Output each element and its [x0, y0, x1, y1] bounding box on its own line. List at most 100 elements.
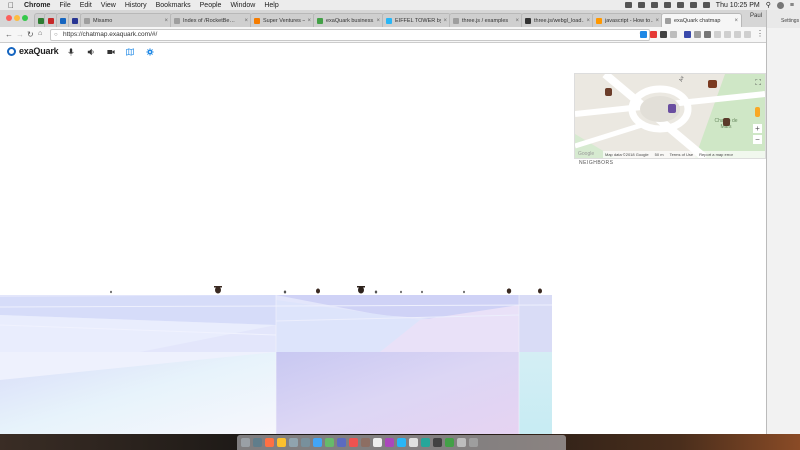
window-close-button[interactable] [6, 15, 12, 21]
menu-bookmarks[interactable]: Bookmarks [156, 2, 191, 9]
avatar-figure[interactable] [400, 290, 402, 294]
spotify-icon[interactable] [445, 438, 454, 447]
video-camera-icon[interactable] [106, 48, 116, 56]
dock-app-icon[interactable] [421, 438, 430, 447]
avatar-figure[interactable] [538, 288, 542, 294]
wifi-icon[interactable] [676, 2, 684, 8]
avatar-figure[interactable] [283, 290, 287, 294]
tab-close-icon[interactable]: × [307, 18, 311, 24]
map-icon[interactable] [125, 48, 135, 56]
speaker-icon[interactable] [86, 48, 96, 56]
dock-app-icon[interactable] [373, 438, 382, 447]
browser-tab[interactable]: Index of /RocketBe… × [170, 13, 252, 27]
tab-close-icon[interactable]: × [244, 18, 248, 24]
browser-tab[interactable]: Super Ventures – Ex…× [250, 13, 315, 27]
street-view-pegman-icon[interactable] [755, 107, 760, 117]
avatar-figure[interactable] [110, 290, 112, 294]
extension-icon[interactable] [660, 31, 667, 38]
battery-icon[interactable] [702, 2, 710, 8]
dock-app-icon[interactable] [337, 438, 346, 447]
map-avatar-marker[interactable] [723, 118, 730, 126]
menu-history[interactable]: History [125, 2, 147, 9]
browser-tab[interactable]: EIFFEL TOWER by…× [382, 13, 451, 27]
status-icon[interactable] [663, 2, 671, 8]
browser-tab[interactable]: three.js/webgl_load… × [521, 13, 594, 27]
app-logo[interactable]: exaQuark [7, 46, 59, 56]
map-terms-link[interactable]: Terms of Use [670, 151, 694, 158]
dock-app-icon[interactable] [349, 438, 358, 447]
tab-close-icon[interactable]: × [734, 18, 738, 24]
extension-icon[interactable] [694, 31, 701, 38]
menu-window[interactable]: Window [230, 2, 255, 9]
avatar-figure[interactable] [357, 286, 365, 294]
profile-name[interactable]: Paul [750, 13, 762, 19]
browser-tab[interactable]: exaQuark chatmap × [661, 13, 742, 27]
apple-menu-icon[interactable]:  [8, 1, 18, 10]
menu-edit[interactable]: Edit [80, 2, 92, 9]
dock-app-icon[interactable] [289, 438, 298, 447]
spotlight-search-icon[interactable]: ⚲ [766, 1, 771, 9]
avatar-figure[interactable] [463, 290, 465, 294]
extension-icon[interactable] [704, 31, 711, 38]
settings-label[interactable]: Settings [781, 18, 799, 24]
dock-app-icon[interactable] [457, 438, 466, 447]
back-arrow-icon[interactable]: ← [5, 30, 13, 39]
reload-icon[interactable]: ↻ [27, 30, 34, 39]
status-icon[interactable] [624, 2, 632, 8]
dock-app-icon[interactable] [361, 438, 370, 447]
map-avatar-marker[interactable] [605, 88, 612, 96]
tab-close-icon[interactable]: × [655, 18, 659, 24]
lock-icon[interactable]: ○ [54, 30, 58, 40]
microphone-icon[interactable] [66, 48, 76, 56]
extension-icon[interactable] [670, 31, 677, 38]
status-icon[interactable] [637, 2, 645, 8]
avatar-figure[interactable] [506, 288, 512, 294]
browser-tab[interactable]: exaQuark business… × [313, 13, 384, 27]
zoom-out-button[interactable]: − [753, 135, 762, 144]
extension-icon[interactable] [714, 31, 721, 38]
notification-center-icon[interactable]: ≡ [790, 2, 794, 9]
dock-app-icon[interactable] [397, 438, 406, 447]
address-url[interactable]: https://chatmap.exaquark.com/#/ [63, 31, 157, 38]
menu-view[interactable]: View [101, 2, 116, 9]
terminal-icon[interactable] [433, 438, 442, 447]
finder-icon[interactable] [241, 438, 250, 447]
3d-world-canvas[interactable] [0, 245, 552, 434]
menu-file[interactable]: File [59, 2, 70, 9]
map-scale[interactable]: 50 m [655, 151, 664, 158]
window-zoom-button[interactable] [22, 15, 28, 21]
extension-icon[interactable] [724, 31, 731, 38]
map-avatar-marker[interactable] [668, 104, 676, 113]
volume-icon[interactable] [689, 2, 697, 8]
dock-app-icon[interactable] [313, 438, 322, 447]
extension-icon[interactable] [640, 31, 647, 38]
extension-icon[interactable] [650, 31, 657, 38]
browser-tab[interactable]: three.js / examples × [449, 13, 523, 27]
dock-app-icon[interactable] [409, 438, 418, 447]
dock-app-icon[interactable] [385, 438, 394, 447]
tab-close-icon[interactable]: × [443, 18, 447, 24]
chrome-menu-icon[interactable]: ⋮ [756, 29, 764, 38]
map-report-link[interactable]: Report a map error [699, 151, 733, 158]
menu-app-name[interactable]: Chrome [24, 2, 50, 9]
trash-icon[interactable] [469, 438, 478, 447]
tab-close-icon[interactable]: × [164, 18, 168, 24]
home-icon[interactable]: ⌂ [38, 30, 42, 37]
forward-arrow-icon[interactable]: → [16, 30, 24, 39]
tab-close-icon[interactable]: × [586, 18, 590, 24]
window-minimize-button[interactable] [14, 15, 20, 21]
browser-tab[interactable]: Mixamo × [80, 13, 172, 27]
firefox-icon[interactable] [265, 438, 274, 447]
menu-people[interactable]: People [200, 2, 222, 9]
dock-app-icon[interactable] [301, 438, 310, 447]
dock-app-icon[interactable] [325, 438, 334, 447]
avatar-figure[interactable] [214, 286, 222, 294]
address-bar[interactable]: ○ https://chatmap.exaquark.com/#/ ☆ [50, 29, 650, 41]
mini-map[interactable]: Champ de Mars Av ⛶ + − Map data ©2018 Go… [574, 73, 766, 159]
avatar-figure[interactable] [316, 288, 320, 294]
menu-help[interactable]: Help [264, 2, 278, 9]
chrome-icon[interactable] [277, 438, 286, 447]
extension-icon[interactable] [734, 31, 741, 38]
zoom-in-button[interactable]: + [753, 124, 762, 133]
tab-close-icon[interactable]: × [515, 18, 519, 24]
